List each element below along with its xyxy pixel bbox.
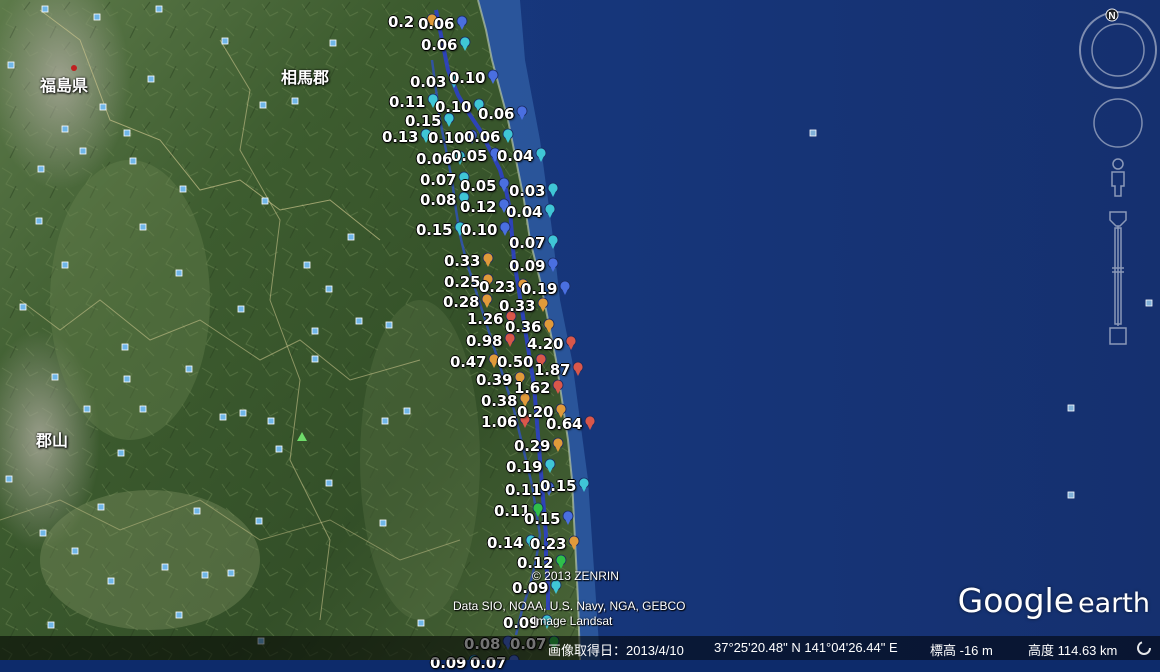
reading-label: 0.10 <box>449 69 486 87</box>
reading-label: 0.2 <box>388 13 414 31</box>
reading-label: 0.11 <box>389 93 426 111</box>
reading-label: 0.15 <box>416 221 453 239</box>
reading-label: 0.15 <box>540 477 577 495</box>
reading-label: 0.38 <box>481 392 518 410</box>
reading-label: 0.19 <box>506 458 543 476</box>
reading-label: 0.12 <box>460 198 497 216</box>
reading-label: 0.06 <box>421 36 458 54</box>
pin-icon <box>71 65 77 71</box>
reading-label: 0.08 <box>420 191 457 209</box>
reading-label: 1.87 <box>534 361 571 379</box>
navigation-controls[interactable]: N <box>1076 6 1158 351</box>
reading-label: 4.20 <box>527 335 564 353</box>
reading-label: 0.98 <box>466 332 503 350</box>
data-credit: Data SIO, NOAA, U.S. Navy, NGA, GEBCO <box>453 599 686 613</box>
reading-label: 0.23 <box>530 535 567 553</box>
reading-label: 1.06 <box>481 413 518 431</box>
zenrin-credit: © 2013 ZENRIN <box>532 569 619 583</box>
reading-label: 0.06 <box>478 105 515 123</box>
place-label-koriyama: 郡山 <box>36 433 69 450</box>
imagery-date: 画像取得日：2013/4/10 <box>548 643 684 658</box>
place-label-soma: 相馬郡 <box>281 70 330 87</box>
reading-label: 0.05 <box>451 147 488 165</box>
reading-label: 0.10 <box>428 129 465 147</box>
satellite-map[interactable] <box>0 0 1160 660</box>
reading-label: 0.47 <box>450 353 487 371</box>
reading-label: 0.14 <box>487 534 524 552</box>
reading-label: 1.62 <box>514 379 551 397</box>
reading-label: 0.28 <box>443 293 480 311</box>
reading-label: 0.10 <box>461 221 498 239</box>
reading-label: 0.33 <box>499 297 536 315</box>
reading-label: 0.36 <box>505 318 542 336</box>
reading-label: 0.23 <box>479 278 516 296</box>
reading-label: 0.64 <box>546 415 583 433</box>
reading-label: 0.25 <box>444 273 481 291</box>
reading-label: 0.04 <box>506 203 543 221</box>
reading-label: 0.05 <box>460 177 497 195</box>
loading-spinner-icon <box>1137 641 1151 655</box>
reading-label: 0.33 <box>444 252 481 270</box>
reading-label: 0.07 <box>509 234 546 252</box>
zoom-slider[interactable] <box>1109 211 1127 345</box>
place-label-fukushima: 福島県 <box>40 78 89 95</box>
pegman-icon[interactable] <box>1111 158 1125 197</box>
reading-label: 0.29 <box>514 437 551 455</box>
status-bar: 画像取得日：2013/4/10 37°25'20.48" N 141°04'26… <box>0 636 1160 660</box>
north-indicator-icon[interactable]: N <box>1108 11 1115 22</box>
eye-altitude-readout: 高度 114.63 km <box>1028 643 1118 658</box>
reading-label: 0.09 <box>509 257 546 275</box>
reading-label: 0.04 <box>497 147 534 165</box>
reading-label: 0.50 <box>497 353 534 371</box>
coordinates-readout: 37°25'20.48" N 141°04'26.44" E <box>714 640 898 655</box>
zoom-out-icon[interactable] <box>1109 327 1127 345</box>
compass-ring-icon[interactable]: N <box>1079 8 1157 89</box>
zoom-in-icon[interactable] <box>1109 211 1127 227</box>
reading-label: 0.19 <box>521 280 558 298</box>
google-earth-logo: Google earth <box>957 581 1150 620</box>
reading-label: 0.15 <box>524 510 561 528</box>
reading-label: 0.39 <box>476 371 513 389</box>
reading-label: 0.06 <box>416 150 453 168</box>
reading-label: 0.03 <box>410 73 447 91</box>
reading-label: 0.06 <box>418 15 455 33</box>
look-joystick-icon[interactable] <box>1093 98 1143 148</box>
reading-label: 0.03 <box>509 182 546 200</box>
reading-label: 0.13 <box>382 128 419 146</box>
reading-label: 0.07 <box>420 171 457 189</box>
image-credit: Image Landsat <box>533 614 613 628</box>
reading-label: 0.06 <box>464 128 501 146</box>
elevation-readout: 標高 -16 m <box>930 643 993 658</box>
reading-label: 0.11 <box>505 481 542 499</box>
reading-label: 1.26 <box>467 310 504 328</box>
